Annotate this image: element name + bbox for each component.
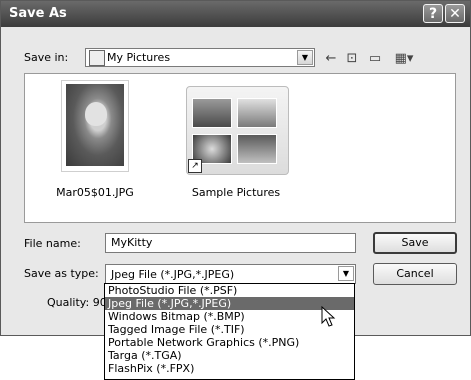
save-as-type-value: Jpeg File (*.JPG,*.JPEG) bbox=[111, 268, 235, 281]
file-name-label: Mar05$01.JPG bbox=[56, 186, 134, 199]
file-name-input[interactable]: MyKitty bbox=[105, 233, 356, 253]
save-in-label: Save in: bbox=[24, 51, 69, 64]
dialog-title: Save As bbox=[9, 6, 67, 21]
file-name-label-field: File name: bbox=[24, 237, 81, 250]
dropdown-option[interactable]: FlashPix (*.FPX) bbox=[105, 362, 354, 375]
back-arrow-icon[interactable]: ← bbox=[323, 51, 339, 67]
quality-label: Quality: 90 bbox=[47, 296, 107, 309]
mouse-pointer-icon bbox=[321, 306, 336, 327]
dropdown-option[interactable]: Windows Bitmap (*.BMP) bbox=[105, 310, 354, 323]
folder-icon: ↗ bbox=[186, 86, 289, 175]
folder-item[interactable]: ↗ Sample Pictures bbox=[165, 74, 305, 222]
file-item[interactable]: Mar05$01.JPG bbox=[25, 74, 165, 222]
chevron-down-icon[interactable]: ▼ bbox=[338, 266, 354, 281]
shortcut-arrow-icon: ↗ bbox=[188, 159, 202, 173]
up-folder-icon[interactable]: ⊡ bbox=[344, 51, 360, 67]
thumbnail-image bbox=[61, 80, 129, 172]
save-as-type-combo[interactable]: Jpeg File (*.JPG,*.JPEG) ▼ bbox=[105, 264, 356, 284]
chevron-down-icon[interactable]: ▼ bbox=[297, 50, 313, 65]
help-button[interactable]: ? bbox=[423, 4, 443, 23]
folder-name-label: Sample Pictures bbox=[191, 186, 281, 199]
dropdown-option[interactable]: Portable Network Graphics (*.PNG) bbox=[105, 336, 354, 349]
new-folder-icon[interactable]: ▭ bbox=[367, 51, 383, 67]
close-button[interactable]: ✕ bbox=[445, 4, 465, 23]
file-list[interactable]: Mar05$01.JPG ↗ Sample Pictures bbox=[24, 73, 456, 223]
save-button[interactable]: Save bbox=[373, 232, 457, 254]
sample-thumb-1 bbox=[192, 98, 232, 128]
cat-photo-icon bbox=[66, 84, 124, 166]
dropdown-option[interactable]: Tagged Image File (*.TIF) bbox=[105, 323, 354, 336]
cat-face bbox=[85, 102, 107, 126]
save-in-value: My Pictures bbox=[107, 51, 171, 64]
save-as-type-label: Save as type: bbox=[24, 267, 99, 280]
save-in-combo[interactable]: My Pictures ▼ bbox=[85, 48, 315, 67]
dropdown-option[interactable]: PhotoStudio File (*.PSF) bbox=[105, 284, 354, 297]
sample-thumb-4 bbox=[237, 134, 277, 164]
sample-thumb-2 bbox=[237, 98, 277, 128]
views-menu-icon[interactable]: ▦▾ bbox=[391, 51, 417, 67]
dropdown-option[interactable]: Targa (*.TGA) bbox=[105, 349, 354, 362]
dropdown-option[interactable]: Jpeg File (*.JPG,*.JPEG) bbox=[105, 297, 354, 310]
title-bar[interactable]: Save As ? ✕ bbox=[1, 1, 470, 27]
save-as-type-dropdown[interactable]: PhotoStudio File (*.PSF) Jpeg File (*.JPG… bbox=[104, 283, 355, 380]
cancel-button[interactable]: Cancel bbox=[373, 263, 457, 285]
my-pictures-folder-icon bbox=[89, 50, 105, 66]
